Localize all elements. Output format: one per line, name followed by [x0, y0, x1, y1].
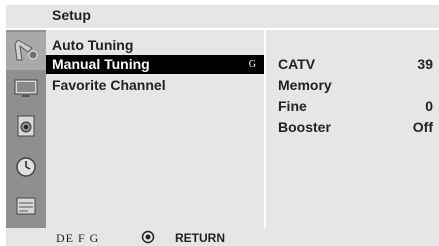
category-picture[interactable] — [6, 70, 46, 108]
menu-item-auto-tuning[interactable]: Auto Tuning — [46, 36, 264, 55]
menu-item-favorite-channel[interactable]: Favorite Channel — [46, 76, 264, 95]
submenu-label: Booster — [278, 119, 331, 135]
page-title: Setup — [52, 7, 91, 23]
category-icon-column — [6, 30, 46, 228]
submenu-row-booster[interactable]: Booster Off — [278, 119, 433, 139]
submenu-row-catv[interactable]: CATV 39 — [278, 56, 433, 76]
menu-item-label: Favorite Channel — [52, 77, 166, 93]
category-option[interactable] — [6, 188, 46, 226]
manual-tuning-submenu: CATV 39 Memory Fine 0 Booster Off — [266, 30, 439, 228]
category-setup[interactable] — [6, 32, 46, 70]
menu-item-label: Auto Tuning — [52, 37, 134, 53]
setup-menu-list: Auto Tuning Manual Tuning G Favorite Cha… — [46, 30, 264, 228]
option-icon — [16, 197, 36, 215]
menu-item-manual-tuning[interactable]: Manual Tuning G — [46, 55, 264, 74]
navigation-arrows-hint: DE F G — [56, 231, 100, 245]
audio-icon — [17, 115, 35, 137]
right-arrow-glyph: G — [248, 59, 256, 70]
submenu-row-fine[interactable]: Fine 0 — [278, 98, 433, 118]
category-audio[interactable] — [6, 108, 46, 146]
setup-icon — [14, 39, 38, 61]
category-time[interactable] — [6, 148, 46, 186]
submenu-value: 39 — [417, 56, 433, 72]
time-icon — [16, 157, 36, 177]
submenu-label: Memory — [278, 77, 332, 93]
return-hint: RETURN — [175, 231, 225, 245]
title-bar: Setup — [6, 5, 439, 28]
ok-icon — [141, 230, 155, 244]
footer-hint-bar: DE F G RETURN — [6, 228, 439, 246]
submenu-label: CATV — [278, 56, 316, 72]
setup-menu-screen: Setup Auto Tuning Manual Tuning G Favori… — [0, 0, 439, 246]
picture-icon — [14, 79, 38, 97]
submenu-label: Fine — [278, 98, 307, 114]
submenu-value: Off — [412, 119, 433, 135]
submenu-value: 0 — [425, 98, 433, 114]
submenu-row-memory[interactable]: Memory — [278, 77, 433, 97]
menu-item-label: Manual Tuning — [52, 56, 150, 72]
